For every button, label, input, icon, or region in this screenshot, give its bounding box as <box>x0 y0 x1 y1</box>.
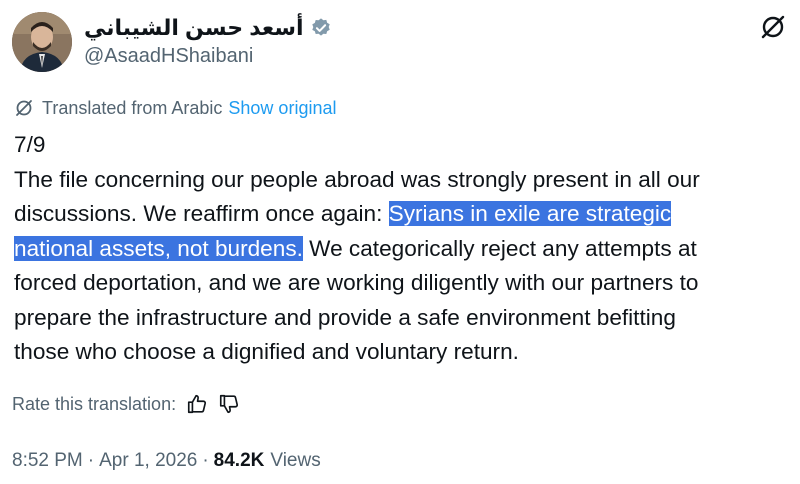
meta-separator: · <box>87 450 95 471</box>
text-selection-highlight: national assets, not burdens. <box>14 235 303 261</box>
grok-translate-icon[interactable] <box>760 14 786 40</box>
views-label[interactable]: Views <box>270 450 320 472</box>
tweet-line: national assets, not burdens. We categor… <box>14 232 792 267</box>
avatar[interactable] <box>12 12 72 72</box>
tweet-line: prepare the infrastructure and provide a… <box>14 304 676 330</box>
text-selection-highlight: Syrians in exile are strategic <box>388 201 672 226</box>
tweet-line: forced deportation, and we are working d… <box>14 270 699 295</box>
tweet-text-segment: discussions. We reaffirm once again: <box>14 201 389 226</box>
tweet-card: أسعد حسن الشيباني @AsaadHShaibani Transl… <box>0 0 800 484</box>
translation-notice: Translated from Arabic Show original <box>14 96 336 120</box>
thumbs-down-icon[interactable] <box>218 393 240 415</box>
tweet-line: The file concerning our people abroad wa… <box>14 166 700 192</box>
tweet-text: 7/9 The file concerning our people abroa… <box>14 128 792 370</box>
tweet-line: those who choose a dignified and volunta… <box>14 339 519 364</box>
author-name[interactable]: أسعد حسن الشيباني <box>84 13 332 43</box>
translated-from-label: Translated from Arabic <box>42 97 223 118</box>
meta-separator: · <box>202 450 209 471</box>
tweet-date[interactable]: Apr 1, 2026 <box>99 450 197 472</box>
tweet-time[interactable]: 8:52 PM <box>12 450 83 472</box>
translate-icon <box>14 98 34 118</box>
tweet-text-segment: We categorically reject any attempts at <box>302 235 697 261</box>
author-handle[interactable]: @AsaadHShaibani <box>84 45 253 68</box>
thumbs-up-icon[interactable] <box>186 393 208 415</box>
rate-translation: Rate this translation: <box>12 391 240 417</box>
thread-counter: 7/9 <box>14 132 46 157</box>
rate-translation-label: Rate this translation: <box>12 393 177 414</box>
display-name[interactable]: أسعد حسن الشيباني <box>84 15 304 41</box>
verified-badge-icon <box>310 17 332 39</box>
tweet-line: discussions. We reaffirm once again: Syr… <box>14 197 792 232</box>
views-count[interactable]: 84.2K <box>214 450 265 472</box>
tweet-meta: 8:52 PM · Apr 1, 2026 · 84.2K Views <box>12 448 321 474</box>
show-original-link[interactable]: Show original <box>228 98 336 119</box>
